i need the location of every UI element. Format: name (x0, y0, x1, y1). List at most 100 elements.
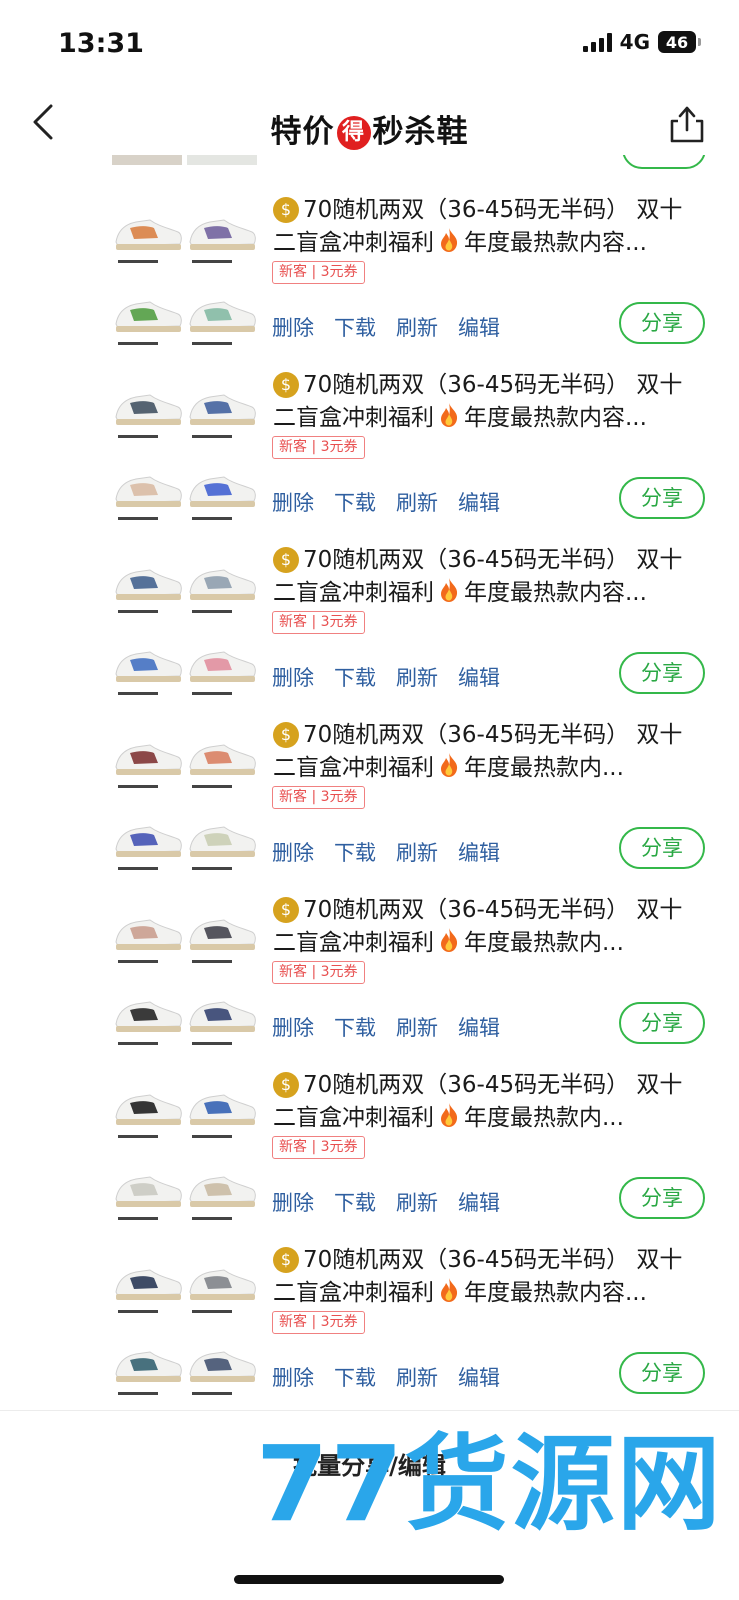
delete-button[interactable]: 删除 (272, 1012, 314, 1042)
delete-button[interactable]: 删除 (272, 1187, 314, 1217)
sneaker-image (115, 219, 182, 263)
coupon-badge: 新客 | 3元券 (272, 961, 365, 984)
product-title[interactable]: $70随机两双（36-45码无半码） 双十二盲盒冲刺福利 年度最热款内... (273, 719, 705, 785)
refresh-button[interactable]: 刷新 (396, 1362, 438, 1392)
refresh-button[interactable]: 刷新 (396, 487, 438, 517)
sneaker-image (189, 1351, 256, 1395)
share-button[interactable]: 分享 (619, 1352, 705, 1394)
item-actions: 删除 下载 刷新 编辑 (272, 1012, 500, 1042)
product-title[interactable]: $70随机两双（36-45码无半码） 双十二盲盒冲刺福利 年度最热款内... (273, 1069, 705, 1135)
share-button[interactable]: 分享 (619, 302, 705, 344)
download-button[interactable]: 下载 (334, 1362, 376, 1392)
product-title[interactable]: $70随机两双（36-45码无半码） 双十二盲盒冲刺福利 年度最热款内容... (273, 194, 705, 260)
share-button[interactable]: 分享 (619, 1002, 705, 1044)
delete-button[interactable]: 删除 (272, 1362, 314, 1392)
edit-button[interactable]: 编辑 (458, 487, 500, 517)
sneaker-image (189, 394, 256, 438)
battery-icon: 46 (658, 31, 701, 53)
refresh-button[interactable]: 刷新 (396, 1012, 438, 1042)
product-title-text: 年度最热款内容... (464, 1280, 647, 1306)
edit-button[interactable]: 编辑 (458, 1012, 500, 1042)
download-button[interactable]: 下载 (334, 1012, 376, 1042)
coupon-badge: 新客 | 3元券 (272, 261, 365, 284)
product-item[interactable]: $70随机两双（36-45码无半码） 双十二盲盒冲刺福利 年度最热款内... 新客 … (0, 1069, 739, 1245)
sneaker-image (115, 1094, 182, 1138)
product-title[interactable]: $70随机两双（36-45码无半码） 双十二盲盒冲刺福利 年度最热款内容... (273, 544, 705, 610)
signal-icon (582, 32, 612, 52)
refresh-button[interactable]: 刷新 (396, 1187, 438, 1217)
product-image-grid[interactable] (112, 548, 258, 703)
edit-button[interactable]: 编辑 (458, 312, 500, 342)
share-button[interactable]: 分享 (619, 827, 705, 869)
product-title[interactable]: $70随机两双（36-45码无半码） 双十二盲盒冲刺福利 年度最热款内容... (273, 369, 705, 435)
delete-button[interactable]: 删除 (272, 487, 314, 517)
product-image-grid[interactable] (112, 723, 258, 878)
download-button[interactable]: 下载 (334, 312, 376, 342)
sneaker-image (115, 476, 182, 520)
sneaker-image (115, 1001, 182, 1045)
sneaker-image (189, 1269, 256, 1313)
delete-button[interactable]: 删除 (272, 837, 314, 867)
product-title-text: 年度最热款内容... (464, 230, 647, 256)
product-feed[interactable]: $70随机两双（36-45码无半码） 双十二盲盒冲刺福利 年度最热款内容... 新客… (0, 155, 739, 1417)
item-actions: 删除 下载 刷新 编辑 (272, 837, 500, 867)
product-item[interactable]: $70随机两双（36-45码无半码） 双十二盲盒冲刺福利 年度最热款内... 新客 … (0, 719, 739, 895)
sneaker-image (189, 301, 256, 345)
money-bag-icon: $ (273, 197, 299, 223)
product-title[interactable]: $70随机两双（36-45码无半码） 双十二盲盒冲刺福利 年度最热款内容... (273, 1244, 705, 1310)
product-image-grid[interactable] (112, 898, 258, 1053)
sneaker-image (189, 744, 256, 788)
edit-button[interactable]: 编辑 (458, 662, 500, 692)
download-button[interactable]: 下载 (334, 1187, 376, 1217)
edit-button[interactable]: 编辑 (458, 1187, 500, 1217)
sneaker-image (115, 1351, 182, 1395)
product-image-grid[interactable] (112, 1248, 258, 1403)
product-title-text: 年度最热款内... (464, 755, 624, 781)
money-bag-icon: $ (273, 1072, 299, 1098)
sneaker-image (189, 219, 256, 263)
download-button[interactable]: 下载 (334, 837, 376, 867)
fire-icon (441, 228, 458, 252)
share-icon[interactable] (669, 104, 705, 144)
download-button[interactable]: 下载 (334, 487, 376, 517)
status-indicators: 4G 46 (582, 30, 701, 54)
sneaker-image (115, 744, 182, 788)
product-title[interactable]: $70随机两双（36-45码无半码） 双十二盲盒冲刺福利 年度最热款内... (273, 894, 705, 960)
share-button[interactable]: 分享 (619, 477, 705, 519)
page-title-left: 特价 (270, 114, 335, 150)
product-item[interactable]: $70随机两双（36-45码无半码） 双十二盲盒冲刺福利 年度最热款内容... 新客… (0, 1244, 739, 1417)
edit-button[interactable]: 编辑 (458, 837, 500, 867)
refresh-button[interactable]: 刷新 (396, 662, 438, 692)
product-item[interactable]: $70随机两双（36-45码无半码） 双十二盲盒冲刺福利 年度最热款内容... 新客… (0, 369, 739, 545)
fire-icon (441, 928, 458, 952)
share-button[interactable] (622, 155, 706, 169)
page-title-right: 秒杀鞋 (372, 114, 469, 150)
product-image-grid[interactable] (112, 373, 258, 528)
money-bag-icon: $ (273, 1247, 299, 1273)
share-button[interactable]: 分享 (619, 652, 705, 694)
money-bag-icon: $ (273, 897, 299, 923)
share-button[interactable]: 分享 (619, 1177, 705, 1219)
sneaker-image (115, 1269, 182, 1313)
delete-button[interactable]: 删除 (272, 312, 314, 342)
item-actions: 删除 下载 刷新 编辑 (272, 1362, 500, 1392)
money-bag-icon: $ (273, 372, 299, 398)
product-image-grid[interactable] (112, 198, 258, 353)
fire-icon (441, 578, 458, 602)
product-image-grid[interactable] (112, 1073, 258, 1228)
product-item[interactable]: $70随机两双（36-45码无半码） 双十二盲盒冲刺福利 年度最热款内... 新客 … (0, 894, 739, 1070)
refresh-button[interactable]: 刷新 (396, 837, 438, 867)
refresh-button[interactable]: 刷新 (396, 312, 438, 342)
product-item[interactable]: $70随机两双（36-45码无半码） 双十二盲盒冲刺福利 年度最热款内容... 新客… (0, 194, 739, 370)
product-item[interactable]: $70随机两双（36-45码无半码） 双十二盲盒冲刺福利 年度最热款内容... 新客… (0, 544, 739, 720)
edit-button[interactable]: 编辑 (458, 1362, 500, 1392)
delete-button[interactable]: 删除 (272, 662, 314, 692)
download-button[interactable]: 下载 (334, 662, 376, 692)
coupon-badge: 新客 | 3元券 (272, 786, 365, 809)
coupon-badge: 新客 | 3元券 (272, 1311, 365, 1334)
home-indicator (234, 1575, 504, 1584)
coupon-badge: 新客 | 3元券 (272, 611, 365, 634)
item-actions: 删除 下载 刷新 编辑 (272, 1187, 500, 1217)
page-title: 特价得秒杀鞋 (0, 106, 739, 151)
fire-icon (441, 753, 458, 777)
